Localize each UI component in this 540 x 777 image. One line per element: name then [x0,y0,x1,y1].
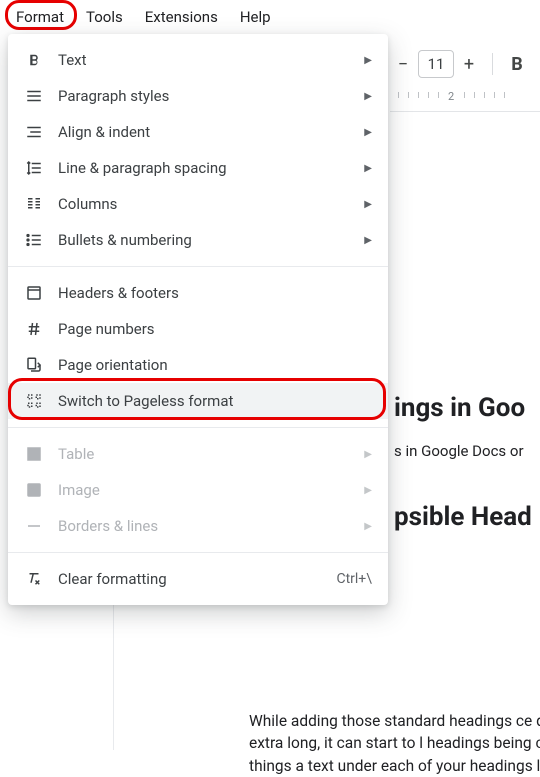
menu-item-page-orientation[interactable]: Page orientation [8,347,388,383]
menu-item-label: Borders & lines [58,517,364,535]
menu-item-borders-lines: Borders & lines ▶ [8,508,388,544]
format-menu-dropdown: Text ▶ Paragraph styles ▶ Align & indent… [8,34,388,605]
menu-tools[interactable]: Tools [76,4,133,30]
submenu-arrow-icon: ▶ [364,55,372,66]
menu-separator [8,427,388,428]
font-size-decrease[interactable]: − [390,50,416,78]
ruler[interactable]: 2 [390,92,540,112]
submenu-arrow-icon: ▶ [364,449,372,460]
menu-item-label: Align & indent [58,123,364,141]
menu-item-label: Text [58,51,364,69]
doc-paragraph-1[interactable]: s in Google Docs or [394,441,540,462]
menu-item-label: Clear formatting [58,570,336,588]
font-size-increase[interactable]: + [456,50,482,78]
submenu-arrow-icon: ▶ [364,127,372,138]
submenu-arrow-icon: ▶ [364,521,372,532]
table-icon [24,444,44,464]
menu-extensions[interactable]: Extensions [135,4,228,30]
menu-item-label: Switch to Pageless format [58,392,372,410]
bold-icon [24,50,44,70]
toolbar-separator [492,53,493,75]
font-size-control: − 11 + [390,50,482,78]
orientation-icon [24,355,44,375]
menu-item-label: Line & paragraph spacing [58,159,364,177]
list-icon [24,230,44,250]
header-footer-icon [24,283,44,303]
menu-format[interactable]: Format [6,4,74,30]
toolbar: − 11 + B [390,50,531,78]
menu-item-label: Bullets & numbering [58,231,364,249]
menu-item-label: Image [58,481,364,499]
menu-item-label: Columns [58,195,364,213]
doc-heading-2a[interactable]: ings in Goo [394,393,540,423]
pageless-icon [24,391,44,411]
menu-item-page-numbers[interactable]: Page numbers [8,311,388,347]
menubar: Format Tools Extensions Help [0,0,540,36]
menu-item-headers-footers[interactable]: Headers & footers [8,275,388,311]
menu-item-label: Table [58,445,364,463]
borders-icon [24,516,44,536]
columns-icon [24,194,44,214]
align-icon [24,122,44,142]
menu-item-image: Image ▶ [8,472,388,508]
clear-format-icon [24,569,44,589]
menu-item-label: Paragraph styles [58,87,364,105]
menu-item-table: Table ▶ [8,436,388,472]
menu-item-shortcut: Ctrl+\ [336,571,372,587]
doc-body-text[interactable]: While adding those standard headings ce … [249,710,540,777]
doc-heading-2b[interactable]: psible Head [394,502,540,532]
doc-heading-1[interactable]: d Headings Go [394,260,540,345]
menu-item-line-spacing[interactable]: Line & paragraph spacing ▶ [8,150,388,186]
ruler-mark-2: 2 [448,90,454,103]
menu-item-text[interactable]: Text ▶ [8,42,388,78]
submenu-arrow-icon: ▶ [364,235,372,246]
menu-item-label: Page numbers [58,320,372,338]
menu-item-align-indent[interactable]: Align & indent ▶ [8,114,388,150]
font-size-value[interactable]: 11 [418,50,454,78]
bold-button[interactable]: B [503,54,531,75]
menu-item-bullets-numbering[interactable]: Bullets & numbering ▶ [8,222,388,258]
menu-item-columns[interactable]: Columns ▶ [8,186,388,222]
submenu-arrow-icon: ▶ [364,485,372,496]
menu-item-clear-formatting[interactable]: Clear formatting Ctrl+\ [8,561,388,597]
menu-item-label: Headers & footers [58,284,372,302]
menu-help[interactable]: Help [230,4,281,30]
menu-separator [8,266,388,267]
menu-separator [8,552,388,553]
paragraph-icon [24,86,44,106]
menu-item-paragraph-styles[interactable]: Paragraph styles ▶ [8,78,388,114]
menu-item-label: Page orientation [58,356,372,374]
submenu-arrow-icon: ▶ [364,91,372,102]
menu-item-switch-pageless[interactable]: Switch to Pageless format [8,383,388,419]
line-spacing-icon [24,158,44,178]
submenu-arrow-icon: ▶ [364,199,372,210]
submenu-arrow-icon: ▶ [364,163,372,174]
hash-icon [24,319,44,339]
image-icon [24,480,44,500]
